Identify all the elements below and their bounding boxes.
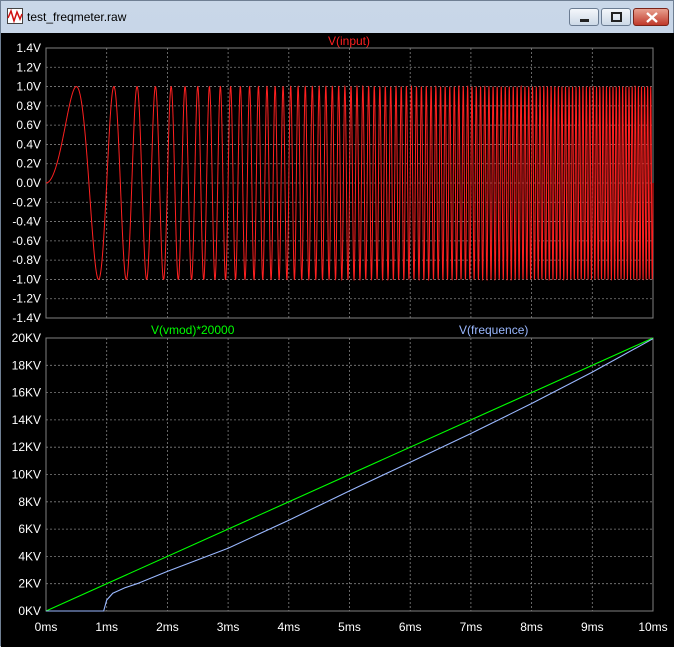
pane1-ytick-label: 0.2V: [16, 157, 41, 171]
xtick-label: 2ms: [156, 620, 179, 634]
pane1-ytick-label: 0.6V: [16, 118, 41, 132]
xtick-label: 0ms: [35, 620, 58, 634]
xtick-label: 9ms: [581, 620, 604, 634]
frequence-trace-label[interactable]: V(frequence): [459, 323, 528, 337]
pane2-ytick-label: 12KV: [12, 440, 41, 454]
pane2-ytick-label: 14KV: [12, 413, 41, 427]
xtick-label: 10ms: [638, 620, 667, 634]
pane1-ytick-label: -0.8V: [12, 253, 41, 267]
pane1-ytick-label: 0.8V: [16, 99, 41, 113]
pane2-ytick-label: 4KV: [18, 549, 41, 563]
xtick-label: 4ms: [277, 620, 300, 634]
pane1-ytick-label: 0.0V: [16, 176, 41, 190]
pane2-ytick-label: 0KV: [18, 604, 41, 618]
pane2-ytick-label: 18KV: [12, 358, 41, 372]
pane1-ytick-label: -0.2V: [12, 195, 41, 209]
pane1-ytick-label: -0.6V: [12, 234, 41, 248]
xtick-label: 5ms: [338, 620, 361, 634]
pane1-ytick-label: -0.4V: [12, 215, 41, 229]
pane1-ytick-label: -1.4V: [12, 311, 41, 325]
pane1-ytick-label: 1.2V: [16, 60, 41, 74]
pane2-ytick-label: 16KV: [12, 386, 41, 400]
pane1-ytick-label: 0.4V: [16, 137, 41, 151]
pane1-ytick-label: -1.0V: [12, 272, 41, 286]
pane1-ytick-label: 1.0V: [16, 80, 41, 94]
xtick-label: 1ms: [95, 620, 118, 634]
pane1-ytick-label: -1.2V: [12, 292, 41, 306]
xtick-label: 7ms: [460, 620, 483, 634]
xtick-label: 3ms: [217, 620, 240, 634]
pane2-ytick-label: 8KV: [18, 495, 41, 509]
plot-area[interactable]: 1.4V 1.2V 1.0V 0.8V 0.6V 0.4V 0.2V 0.0V -0.2V -0.…: [1, 1, 674, 647]
pane2-ytick-label: 20KV: [12, 331, 41, 345]
pane2-ytick-label: 6KV: [18, 522, 41, 536]
ltspice-waveform-window: test_freqmeter.raw 1.4V 1.2V 1.0V 0.8V 0.6V 0…: [0, 0, 674, 647]
pane2-ytick-label: 2KV: [18, 577, 41, 591]
pane1-ytick-label: 1.4V: [16, 41, 41, 55]
xtick-label: 6ms: [399, 620, 422, 634]
pane2-ytick-label: 10KV: [12, 468, 41, 482]
vmod-trace-label[interactable]: V(vmod)*20000: [151, 323, 235, 337]
xtick-label: 8ms: [520, 620, 543, 634]
pane1-title: V(input): [328, 34, 370, 48]
